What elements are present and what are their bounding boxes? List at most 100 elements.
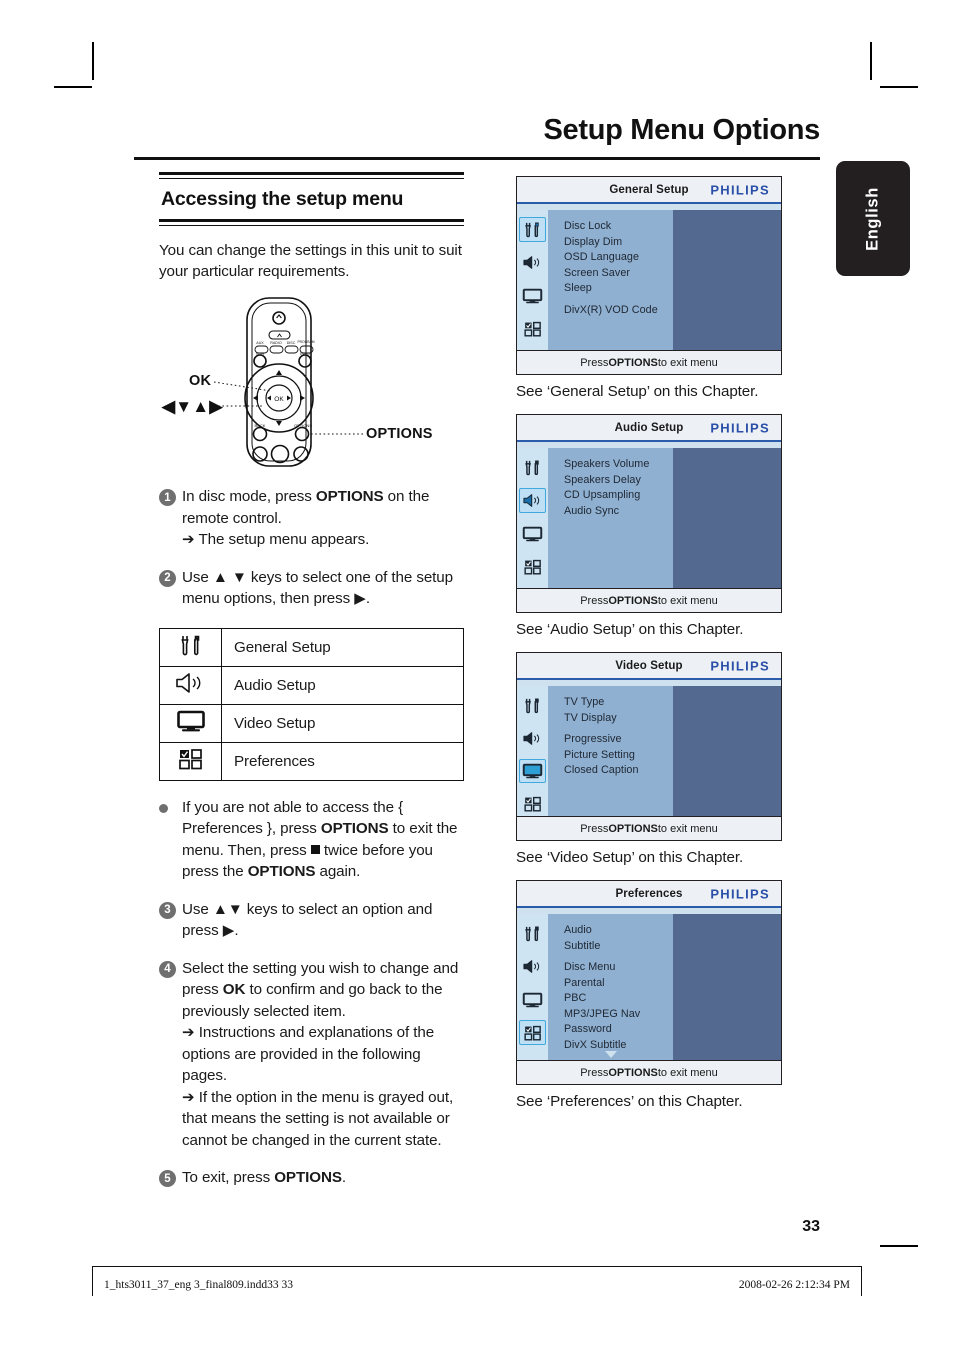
tv-icon-rail <box>517 448 548 588</box>
tools-icon-glyph <box>180 635 199 655</box>
step-number: 1 <box>159 489 176 506</box>
philips-logo: PHILIPS <box>710 420 770 435</box>
step-text: Select the setting you wish to change an… <box>182 958 464 1152</box>
menu-item[interactable]: Audio <box>564 923 673 939</box>
menu-item[interactable]: DivX(R) VOD Code <box>564 303 673 319</box>
menu-item[interactable]: MP3/JPEG Nav <box>564 1007 673 1023</box>
speaker-icon-glyph <box>175 672 200 693</box>
rail-monitor-icon[interactable] <box>519 521 546 546</box>
menu-item[interactable]: DivX Subtitle <box>564 1038 673 1054</box>
svg-text:BACK: BACK <box>255 423 266 428</box>
menu-item[interactable]: CD Upsampling <box>564 488 673 504</box>
rail-tools-icon[interactable] <box>519 693 546 718</box>
menu-item[interactable]: Speakers Delay <box>564 473 673 489</box>
svg-text:AUX: AUX <box>256 341 264 345</box>
menu-item[interactable]: Disc Menu <box>564 960 673 976</box>
monitor-icon <box>159 703 222 743</box>
menu-item[interactable]: Closed Caption <box>564 763 673 779</box>
footer-file-info: 1_hts3011_37_eng 3_final809.indd33 33 <box>104 1279 293 1291</box>
tv-footer-bold: OPTIONS <box>608 594 658 607</box>
section-rule-top <box>159 172 464 175</box>
rail-speaker-icon[interactable] <box>519 954 546 979</box>
rail-speaker-icon[interactable] <box>519 250 546 275</box>
tv-body: Audio Subtitle Disc Menu Parental PBC MP3/JPE… <box>517 914 781 1060</box>
rail-squares-icon[interactable] <box>519 1020 546 1045</box>
screen-caption: See ‘Audio Setup’ on this Chapter. <box>516 621 744 638</box>
menu-item[interactable]: Disc Lock <box>564 219 673 235</box>
menu-item[interactable]: Password <box>564 1022 673 1038</box>
svg-text:OK: OK <box>274 396 284 403</box>
rail-tools-icon[interactable] <box>519 217 546 242</box>
section-rule-bottom-thin <box>159 224 464 226</box>
menu-item[interactable]: Display Dim <box>564 235 673 251</box>
note-bullet: If you are not able to access the { Pref… <box>159 797 464 883</box>
menu-item[interactable]: PBC <box>564 991 673 1007</box>
tv-screen-title: Video Setup <box>615 659 683 672</box>
table-cell-label: General Setup <box>221 627 464 667</box>
screen-mockups-column: General Setup PHILIPS Disc Lock Display D… <box>516 176 782 1124</box>
rail-speaker-icon[interactable] <box>519 726 546 751</box>
crop-mark-tr-v <box>870 42 872 80</box>
screen-mockup-1: Audio Setup PHILIPS Speakers Volume Speak… <box>516 414 782 638</box>
tv-body: Speakers Volume Speakers Delay CD Upsampli… <box>517 448 781 588</box>
rail-monitor-icon[interactable] <box>519 758 546 784</box>
screen-caption: See ‘Preferences’ on this Chapter. <box>516 1093 743 1110</box>
rail-squares-icon[interactable] <box>519 791 546 816</box>
language-tab: English <box>836 161 910 276</box>
step-5: 5 To exit, press OPTIONS. <box>159 1167 464 1189</box>
svg-text:DISC: DISC <box>287 341 296 345</box>
step-4-sub2: ➔ If the option in the menu is grayed ou… <box>182 1088 454 1149</box>
rail-tools-icon[interactable] <box>519 455 546 480</box>
step-1: 1 In disc mode, press OPTIONS on the rem… <box>159 486 464 551</box>
monitor-icon-glyph <box>176 710 205 731</box>
rail-monitor-icon[interactable] <box>519 987 546 1012</box>
bullet-point-icon <box>159 803 168 813</box>
tv-screen: General Setup PHILIPS Disc Lock Display D… <box>516 176 782 375</box>
step-text: Use ▲▼ keys to select an option and pres… <box>182 900 433 940</box>
step-1-sub: ➔ The setup menu appears. <box>182 531 370 548</box>
menu-item[interactable]: Audio Sync <box>564 504 673 520</box>
menu-item[interactable]: Screen Saver <box>564 266 673 282</box>
tv-title-bar: General Setup PHILIPS <box>517 177 781 204</box>
step-4: 4 Select the setting you wish to change … <box>159 958 464 1152</box>
scroll-down-arrow-icon[interactable] <box>604 1051 617 1058</box>
note-part4: again. <box>315 863 361 880</box>
tv-title-bar: Video Setup PHILIPS <box>517 653 781 680</box>
menu-item[interactable]: Progressive <box>564 732 673 748</box>
tv-icon-rail <box>517 686 548 816</box>
menu-item[interactable]: Speakers Volume <box>564 457 673 473</box>
step-5-text-after: . <box>341 1169 346 1186</box>
table-row[interactable]: Preferences <box>159 741 464 781</box>
table-row[interactable]: General Setup <box>159 627 464 667</box>
remote-control-diagram: OK BACK OPTIONS AUX RADIO DISC PROGRAM S… <box>159 294 464 470</box>
step-4-bold: OK <box>222 981 246 998</box>
menu-item[interactable]: Picture Setting <box>564 748 673 764</box>
table-row[interactable]: Video Setup <box>159 703 464 743</box>
menu-item[interactable]: Parental <box>564 976 673 992</box>
screen-mockup-0: General Setup PHILIPS Disc Lock Display D… <box>516 176 782 400</box>
menu-item[interactable]: OSD Language <box>564 250 673 266</box>
tv-footer-before: Press <box>580 822 609 835</box>
philips-logo: PHILIPS <box>710 658 770 673</box>
tv-screen-title: Preferences <box>615 887 683 900</box>
tv-screen: Video Setup PHILIPS TV Type TV Display Pro… <box>516 652 782 841</box>
tv-value-pane <box>673 210 781 350</box>
rail-monitor-icon[interactable] <box>519 283 546 308</box>
menu-item[interactable]: Sleep <box>564 281 673 297</box>
rail-squares-icon[interactable] <box>519 554 546 579</box>
step-text: Use ▲ ▼ keys to select one of the setup … <box>182 568 453 608</box>
tv-body: TV Type TV Display Progressive Picture Sett… <box>517 686 781 816</box>
rail-tools-icon[interactable] <box>519 921 546 946</box>
menu-item[interactable]: TV Type <box>564 695 673 711</box>
menu-item[interactable]: TV Display <box>564 711 673 727</box>
menu-item[interactable]: Subtitle <box>564 939 673 955</box>
table-row[interactable]: Audio Setup <box>159 665 464 705</box>
rail-speaker-icon[interactable] <box>519 488 546 513</box>
tv-footer-after: to exit menu <box>657 594 718 607</box>
rail-squares-icon[interactable] <box>519 316 546 341</box>
tv-screen-title: Audio Setup <box>614 421 684 434</box>
tv-menu-list: Disc Lock Display Dim OSD Language Screen S… <box>548 210 673 350</box>
tv-menu-list: Speakers Volume Speakers Delay CD Upsampli… <box>548 448 673 588</box>
callout-options: OPTIONS <box>366 426 433 442</box>
crop-mark-tl-h <box>54 86 92 88</box>
